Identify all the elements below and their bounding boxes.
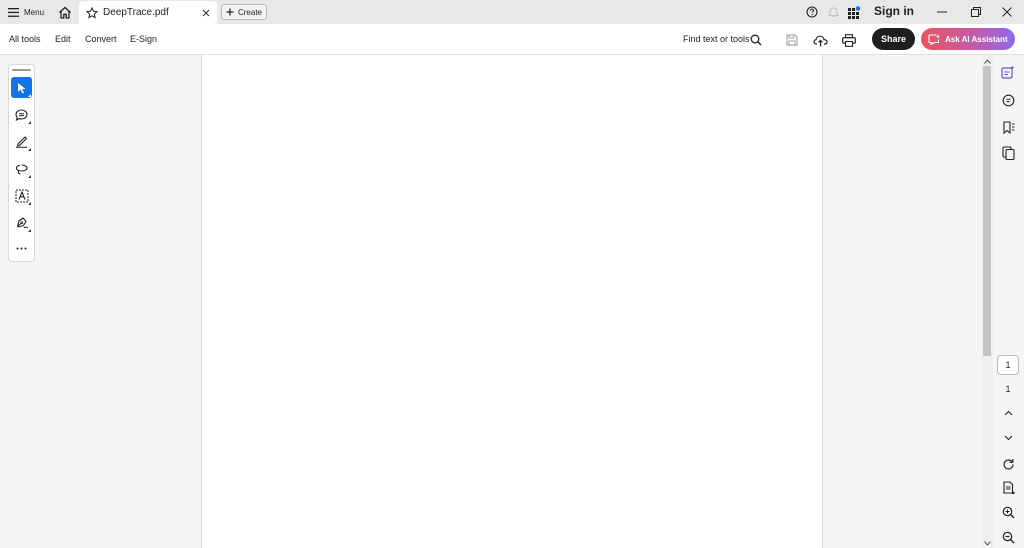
comment-icon [15, 108, 28, 121]
save-icon[interactable] [782, 30, 802, 50]
find-text-or-tools[interactable]: Find text or tools [683, 34, 750, 44]
tab-title: DeepTrace.pdf [103, 7, 169, 18]
sign-tool[interactable] [11, 212, 32, 233]
previous-page-icon[interactable] [998, 403, 1018, 423]
close-tab-icon[interactable] [198, 9, 214, 17]
home-icon [59, 6, 71, 19]
scroll-down-arrow[interactable] [983, 539, 991, 547]
notifications-button[interactable] [824, 0, 842, 24]
help-button[interactable] [803, 0, 821, 24]
menu-label: Menu [24, 7, 45, 17]
home-button[interactable] [52, 0, 78, 24]
comment-tool[interactable] [11, 104, 32, 125]
quick-tools-panel [8, 64, 35, 262]
document-tab[interactable]: DeepTrace.pdf [79, 1, 217, 24]
ai-assistant-icon [928, 33, 940, 45]
panel-drag-handle[interactable] [12, 69, 31, 71]
search-icon[interactable] [746, 30, 766, 50]
toolbar-e-sign[interactable]: E-Sign [130, 34, 157, 44]
next-page-icon[interactable] [998, 428, 1018, 448]
minimize-button[interactable] [927, 0, 957, 24]
scroll-up-arrow[interactable] [983, 57, 991, 65]
ai-generative-icon[interactable] [998, 62, 1018, 82]
plus-icon [226, 8, 234, 16]
zoom-out-icon[interactable] [998, 527, 1018, 547]
print-icon[interactable] [839, 30, 859, 50]
select-icon [18, 82, 26, 93]
rotate-icon[interactable] [998, 454, 1018, 474]
highlight-tool[interactable] [11, 131, 32, 152]
total-pages: 1 [1005, 384, 1011, 394]
bell-icon [827, 7, 839, 17]
menu-button[interactable]: Menu [0, 0, 52, 24]
more-tools-button[interactable] [11, 238, 32, 259]
page-display-icon[interactable] [998, 478, 1018, 498]
cloud-upload-icon[interactable] [810, 30, 830, 50]
scroll-thumb[interactable] [983, 66, 991, 356]
apps-button[interactable] [845, 0, 863, 24]
select-tool[interactable] [11, 77, 32, 98]
sign-pen-icon [16, 217, 28, 229]
comments-panel-icon[interactable] [998, 90, 1018, 110]
create-label: Create [237, 7, 262, 17]
current-page-input[interactable]: 1 [997, 355, 1019, 375]
main-toolbar: All tools Edit Convert E-Sign Find text … [0, 24, 1024, 55]
close-window-button[interactable] [992, 0, 1022, 24]
close-icon [1002, 7, 1012, 17]
document-page[interactable] [201, 55, 823, 548]
star-icon[interactable] [86, 6, 98, 19]
help-icon [806, 6, 818, 18]
create-button[interactable]: Create [221, 4, 267, 20]
ask-ai-assistant-button[interactable]: Ask AI Assistant [921, 28, 1015, 50]
add-text-tool[interactable] [11, 185, 32, 206]
restore-button[interactable] [961, 0, 991, 24]
page-thumbnails-icon[interactable] [998, 143, 1018, 163]
toolbar-edit[interactable]: Edit [55, 34, 71, 44]
toolbar-convert[interactable]: Convert [85, 34, 117, 44]
more-icon [16, 247, 27, 250]
share-button[interactable]: Share [872, 28, 915, 50]
minimize-icon [937, 11, 947, 13]
zoom-in-icon[interactable] [998, 502, 1018, 522]
sign-in-button[interactable]: Sign in [874, 4, 914, 18]
lasso-draw-icon [15, 163, 28, 175]
bookmark-icon[interactable] [998, 117, 1018, 137]
draw-tool[interactable] [11, 158, 32, 179]
highlight-pen-icon [16, 136, 28, 148]
add-text-icon [15, 189, 28, 202]
restore-icon [971, 7, 981, 17]
toolbar-all-tools[interactable]: All tools [9, 34, 41, 44]
ai-assistant-label: Ask AI Assistant [945, 34, 1008, 44]
apps-grid-icon [847, 5, 860, 19]
hamburger-icon [8, 7, 19, 17]
